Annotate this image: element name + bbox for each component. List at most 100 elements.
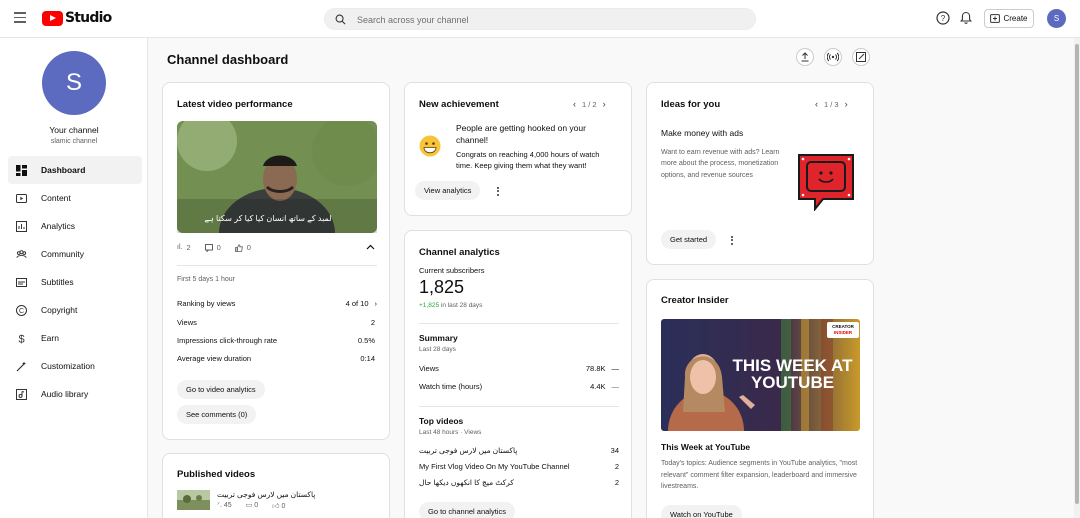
chevron-left-icon[interactable]: ‹ — [573, 99, 576, 109]
views-count: 2 — [186, 243, 191, 252]
summary-label: Watch time (hours) — [419, 382, 483, 391]
metric-value: 0.5% — [357, 336, 375, 345]
svg-text:?: ? — [941, 14, 946, 23]
view-analytics-button[interactable]: View analytics — [415, 181, 481, 200]
youtube-studio-logo[interactable]: Studio — [42, 10, 112, 26]
sidebar-item-label: Analytics — [41, 221, 76, 231]
watch-on-youtube-button[interactable]: Watch on YouTube — [661, 505, 742, 518]
thumbnail-caption: لمبد کے ساتھ انسان کیا کیا کر سکتا ہے — [204, 214, 332, 223]
top-video-row[interactable]: پاکستان میں لارس فوجی تربیت 34 — [419, 446, 619, 455]
top-video-row[interactable]: My First Vlog Video On My YouTube Channe… — [419, 462, 619, 471]
sidebar-item-customization[interactable]: Customization — [8, 352, 142, 380]
chevron-left-icon[interactable]: ‹ — [815, 99, 818, 109]
thumbnail-headline-line: YOUTUBE — [750, 373, 835, 392]
subscribers-delta: +1,825 — [419, 302, 440, 309]
summary-row: Views 78.8K — — [419, 364, 619, 373]
like-icon: 👍︎ — [272, 503, 280, 510]
summary-period: Last 28 days — [419, 346, 456, 353]
search-icon — [335, 14, 346, 25]
top-video-views: 34 — [610, 446, 619, 455]
creator-insider-card: Creator Insider THIS WEEK AT YOUTUBE CRE… — [646, 279, 874, 518]
metric-value: 2 — [370, 318, 375, 327]
go-to-channel-analytics-button[interactable]: Go to channel analytics — [419, 502, 515, 518]
top-video-title: My First Vlog Video On My YouTube Channe… — [419, 462, 570, 471]
published-videos-card: Published videos پاکستان میں لارس فوجی ت… — [162, 453, 390, 518]
search-input[interactable] — [357, 12, 737, 27]
customization-icon — [16, 361, 27, 372]
go-live-icon[interactable] — [824, 48, 842, 66]
chevron-right-icon[interactable]: › — [603, 99, 606, 109]
subtitles-icon — [16, 277, 27, 288]
published-video-stats: ᐟ. 45 ▭ 0 👍︎ 0 — [217, 501, 285, 510]
published-video-title[interactable]: پاکستان میں لارس فوجی تربیت — [217, 490, 315, 499]
more-options-icon[interactable] — [495, 185, 501, 197]
your-channel-label: Your channel — [49, 125, 99, 135]
dashboard-icon — [16, 164, 27, 176]
channel-analytics-card: Channel analytics Current subscribers 1,… — [404, 230, 632, 518]
subscribers-label: Current subscribers — [419, 266, 485, 275]
subscribers-delta-suffix: in last 28 days — [440, 302, 483, 309]
metric-label: Views — [177, 318, 197, 327]
creator-insider-badge: CREATOR INSIDER — [827, 322, 859, 338]
top-video-views: 2 — [614, 478, 619, 487]
comments-count: 0 — [216, 243, 221, 252]
more-options-icon[interactable] — [729, 234, 735, 246]
collapse-chevron-up-icon[interactable] — [366, 244, 375, 250]
youtube-logo-icon — [42, 10, 63, 26]
create-button[interactable]: Create — [984, 9, 1034, 28]
sidebar-item-label: Subtitles — [41, 277, 74, 287]
creator-insider-thumbnail[interactable]: THIS WEEK AT YOUTUBE CREATOR INSIDER — [661, 319, 860, 431]
comments-count: 0 — [254, 502, 259, 509]
sidebar-item-audio-library[interactable]: Audio library — [8, 380, 142, 408]
ideas-body: Want to earn revenue with ads? Learn mor… — [661, 149, 780, 179]
sidebar-item-label: Community — [41, 249, 84, 259]
get-started-button[interactable]: Get started — [661, 230, 717, 249]
achievement-body: Congrats on reaching 4,000 hours of watc… — [456, 150, 600, 170]
published-video-thumbnail[interactable] — [177, 490, 210, 510]
creator-insider-video-title[interactable]: This Week at YouTube — [661, 442, 750, 452]
sidebar-item-earn[interactable]: $ Earn — [8, 324, 142, 352]
go-to-video-analytics-button[interactable]: Go to video analytics — [177, 380, 265, 399]
subscribers-value: 1,825 — [419, 277, 465, 297]
ranking-row[interactable]: Ranking by views 4 of 10 › — [177, 299, 377, 308]
achievement-pager: ‹ 1 / 2 › — [573, 99, 606, 109]
chevron-right-icon[interactable]: › — [845, 99, 848, 109]
top-video-title: کرکٹ میچ کا انکھوں دیکھا حال — [419, 478, 514, 487]
notifications-bell-icon[interactable] — [958, 10, 974, 26]
create-post-icon[interactable] — [852, 48, 870, 66]
scrollbar-thumb[interactable] — [1075, 44, 1079, 504]
ideas-pager: ‹ 1 / 3 › — [815, 99, 848, 109]
account-avatar[interactable]: S — [1047, 9, 1066, 28]
channel-avatar[interactable]: S — [42, 51, 106, 115]
top-video-row[interactable]: کرکٹ میچ کا انکھوں دیکھا حال 2 — [419, 478, 619, 487]
summary-value: 4.4K — [590, 382, 606, 391]
metric-row: Average view duration 0:14 — [177, 354, 375, 363]
upload-icon[interactable] — [796, 48, 814, 66]
achievement-headline: People are getting hooked on your channe… — [456, 123, 586, 145]
chevron-right-icon: › — [374, 299, 378, 308]
metric-value: 0:14 — [360, 354, 375, 363]
sidebar-item-analytics[interactable]: Analytics — [8, 212, 142, 240]
see-comments-button[interactable]: See comments (0) — [177, 405, 257, 424]
comment-icon — [204, 243, 213, 252]
thumbnail-headline-line: THIS WEEK AT — [732, 356, 853, 375]
analytics-icon — [16, 220, 27, 232]
period-label: First 5 days 1 hour — [177, 276, 235, 283]
page-scrollbar[interactable] — [1074, 38, 1080, 518]
metric-row: Views 2 — [177, 318, 375, 327]
sidebar-item-dashboard[interactable]: Dashboard — [8, 156, 142, 184]
page-title: Channel dashboard — [167, 52, 289, 67]
menu-icon[interactable] — [14, 12, 28, 24]
audio-library-icon — [16, 388, 27, 400]
ideas-subtitle: Make money with ads — [661, 128, 744, 138]
sidebar-item-subtitles[interactable]: Subtitles — [8, 268, 142, 296]
content-icon — [16, 193, 27, 204]
sidebar-item-copyright[interactable]: C Copyright — [8, 296, 142, 324]
help-icon[interactable]: ? — [935, 10, 951, 26]
top-video-views: 2 — [614, 462, 619, 471]
sidebar-item-community[interactable]: Community — [8, 240, 142, 268]
sidebar-item-content[interactable]: Content — [8, 184, 142, 212]
ranking-value: 4 of 10 — [345, 299, 369, 308]
search-bar[interactable] — [324, 8, 756, 30]
logo-text: Studio — [65, 10, 112, 26]
